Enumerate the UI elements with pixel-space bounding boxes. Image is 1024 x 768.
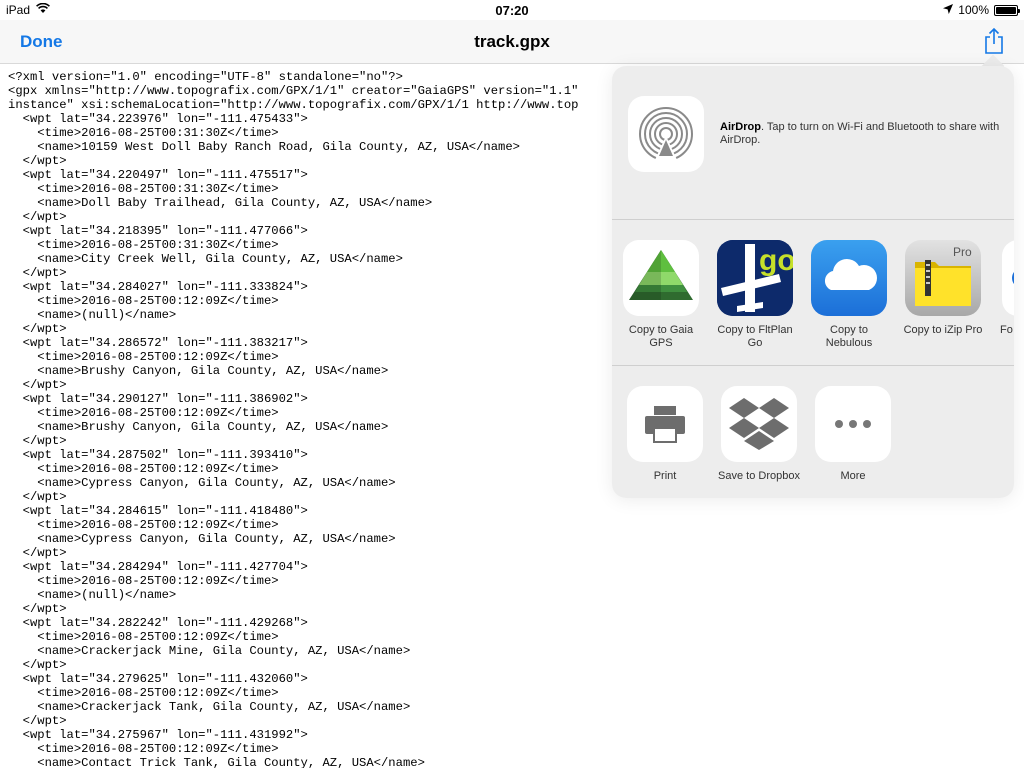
document-line: </wpt>: [8, 714, 67, 728]
document-line: <wpt lat="34.282242" lon="-111.429268">: [8, 616, 308, 630]
gaia-gps-icon: [623, 240, 699, 316]
svg-text:Pro: Pro: [953, 245, 972, 259]
fltplan-go-icon: go: [717, 240, 793, 316]
document-line: <time>2016-08-25T00:12:09Z</time>: [8, 742, 279, 756]
partial-app[interactable]: Fo: [990, 240, 1014, 337]
dropbox-icon: [721, 386, 797, 462]
location-arrow-icon: [943, 3, 954, 17]
share-icon[interactable]: [982, 27, 1006, 55]
printer-icon: [627, 386, 703, 462]
copy-to-fltplan-go[interactable]: go Copy to FltPlan Go: [708, 240, 802, 350]
partial-app-icon: [1002, 240, 1014, 316]
document-line: <name>Crackerjack Mine, Gila County, AZ,…: [8, 644, 411, 658]
status-time: 07:20: [495, 3, 529, 18]
more-icon: [815, 386, 891, 462]
more-action[interactable]: More: [806, 386, 900, 483]
document-line: <name>Crackerjack Tank, Gila County, AZ,…: [8, 700, 411, 714]
svg-text:go: go: [759, 244, 793, 277]
izip-pro-icon: Pro: [905, 240, 981, 316]
status-bar: iPad 07:20 100%: [0, 0, 1024, 20]
share-sheet: AirDrop. Tap to turn on Wi-Fi and Blueto…: [612, 66, 1014, 498]
document-line: <name>Contact Trick Tank, Gila County, A…: [8, 756, 425, 768]
document-line: <wpt lat="34.275967" lon="-111.431992">: [8, 728, 308, 742]
save-to-dropbox-action[interactable]: Save to Dropbox: [712, 386, 806, 483]
print-action[interactable]: Print: [618, 386, 712, 483]
airdrop-section[interactable]: AirDrop. Tap to turn on Wi-Fi and Blueto…: [612, 66, 1014, 220]
battery-percent: 100%: [958, 3, 989, 17]
document-line: <time>2016-08-25T00:12:09Z</time>: [8, 630, 279, 644]
document-line: <name>Cypress Canyon, Gila County, AZ, U…: [8, 532, 396, 546]
battery-icon: [994, 4, 1020, 16]
nebulous-icon: [811, 240, 887, 316]
document-line: <wpt lat="34.284294" lon="-111.427704">: [8, 560, 308, 574]
copy-to-nebulous[interactable]: Copy to Nebulous: [802, 240, 896, 350]
document-line: <name>(null)</name>: [8, 588, 177, 602]
nav-bar: Done track.gpx: [0, 20, 1024, 64]
document-line: <time>2016-08-25T00:12:09Z</time>: [8, 686, 279, 700]
share-actions-row: Print Save to Dropbox More: [612, 367, 1014, 498]
airdrop-description: AirDrop. Tap to turn on Wi-Fi and Blueto…: [720, 121, 1000, 146]
document-line: </wpt>: [8, 658, 67, 672]
document-line: <time>2016-08-25T00:12:09Z</time>: [8, 574, 279, 588]
copy-to-gaia-gps[interactable]: Copy to Gaia GPS: [614, 240, 708, 350]
document-line: <time>2016-08-25T00:12:09Z</time>: [8, 518, 279, 532]
document-line: </wpt>: [8, 602, 67, 616]
document-line: <wpt lat="34.279625" lon="-111.432060">: [8, 672, 308, 686]
share-apps-row: Copy to Gaia GPS go Copy to FltPlan Go C…: [612, 221, 1014, 366]
document-line: <wpt lat="34.284615" lon="-111.418480">: [8, 504, 308, 518]
page-title: track.gpx: [474, 32, 550, 51]
airdrop-icon[interactable]: [628, 96, 704, 172]
copy-to-izip-pro[interactable]: Pro Copy to iZip Pro: [896, 240, 990, 337]
document-line: </wpt>: [8, 546, 67, 560]
